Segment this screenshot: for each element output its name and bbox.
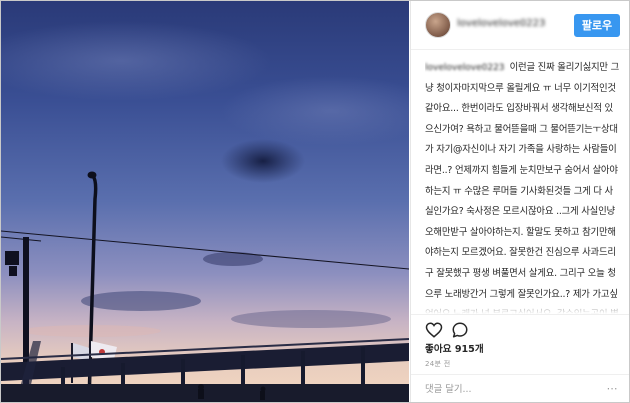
- caption-text: 이런글 진짜 올리기싫지만 그냥 청이자마지막으루 올릴게요 ㅠ 너무 이기적인…: [425, 62, 620, 314]
- caption-fade: [425, 298, 621, 314]
- follow-button[interactable]: 팔로우: [574, 14, 620, 37]
- avatar[interactable]: [425, 12, 451, 38]
- post-caption: lovelovelove0223 이런글 진짜 올리기싫지만 그냥 청이자마지막…: [425, 55, 621, 314]
- post-timestamp[interactable]: 24분 전: [425, 359, 451, 369]
- comment-row: ⋯: [411, 374, 629, 402]
- caption-username[interactable]: lovelovelove0223: [425, 63, 505, 73]
- more-options-icon[interactable]: ⋯: [605, 380, 619, 398]
- comment-input[interactable]: [425, 380, 615, 398]
- sunset-sky-photo: [1, 1, 409, 402]
- likes-count[interactable]: 좋아요 915개: [425, 341, 484, 355]
- post-photo[interactable]: [1, 1, 409, 402]
- post-side-panel: lovelovelove0223 팔로우 lovelovelove0223 이런…: [410, 1, 629, 402]
- comment-icon[interactable]: [451, 321, 469, 339]
- instagram-post-frame: lovelovelove0223 팔로우 lovelovelove0223 이런…: [0, 0, 630, 403]
- post-header: lovelovelove0223 팔로우: [411, 1, 629, 50]
- heart-icon[interactable]: [425, 321, 443, 339]
- username[interactable]: lovelovelove0223: [457, 18, 545, 29]
